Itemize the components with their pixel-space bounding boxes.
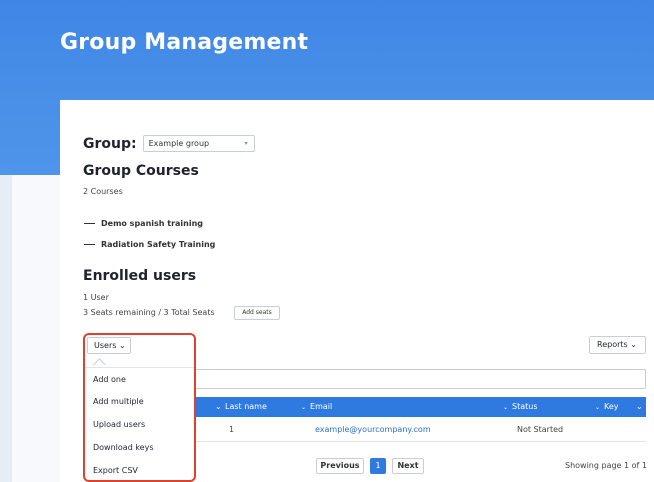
column-header-last-name[interactable]: Last name: [215, 397, 267, 417]
table-row[interactable]: 1 example@yourcompany.com Not Started: [193, 418, 646, 442]
menu-item-add-multiple[interactable]: Add multiple: [93, 397, 144, 406]
enrolled-users-heading: Enrolled users: [83, 268, 197, 284]
column-header-status[interactable]: ⌄ Status: [503, 397, 538, 418]
add-seats-button[interactable]: Add seats: [234, 306, 280, 320]
page-title: Group Management: [60, 30, 309, 55]
reports-dropdown-button[interactable]: Reports ⌄: [589, 336, 646, 354]
course-count: 2 Courses: [83, 187, 123, 196]
group-label: Group:: [83, 135, 137, 152]
users-dropdown-button[interactable]: Users ⌄: [87, 337, 131, 354]
menu-item-add-one[interactable]: Add one: [93, 375, 126, 384]
seats-remaining: 3 Seats remaining / 3 Total Seats: [83, 308, 215, 317]
cell-status: Not Started: [517, 425, 564, 434]
group-selector-row: Group: Example group ▾: [83, 135, 255, 152]
group-select-value: Example group: [148, 139, 210, 148]
menu-item-download-keys[interactable]: Download keys: [93, 443, 153, 452]
column-header-key[interactable]: ⌄ Key: [595, 397, 619, 418]
pagination-status: Showing page 1 of 1: [565, 461, 647, 470]
column-label: Status: [512, 402, 538, 411]
dash-icon: [84, 222, 95, 225]
menu-divider: [85, 367, 194, 368]
sort-arrow-icon[interactable]: ⌄: [636, 397, 643, 417]
cell-last-name: 1: [229, 425, 235, 434]
user-count: 1 User: [83, 293, 109, 302]
group-select[interactable]: Example group ▾: [142, 135, 255, 152]
course-name: Radiation Safety Training: [101, 240, 216, 249]
column-header-email[interactable]: ⌄ Email: [301, 397, 332, 418]
page-background: [12, 175, 60, 482]
course-item[interactable]: Radiation Safety Training: [84, 240, 215, 249]
column-label: Key: [604, 402, 619, 411]
course-name: Demo spanish training: [101, 219, 204, 228]
menu-pointer: [93, 358, 106, 371]
next-page-button[interactable]: Next: [392, 458, 424, 474]
left-sidebar-strip: [0, 175, 12, 482]
column-label: Last name: [225, 402, 267, 411]
sort-arrow-icon: ⌄: [301, 404, 307, 411]
sort-arrow-icon: ⌄: [503, 404, 509, 411]
search-input[interactable]: [193, 369, 646, 389]
page-1-button[interactable]: 1: [370, 458, 386, 474]
menu-item-export-csv[interactable]: Export CSV: [93, 466, 138, 475]
users-table-header: ⌄ Last name ⌄ Email ⌄ Status ⌄ Key ⌄: [193, 397, 646, 417]
menu-item-upload-users[interactable]: Upload users: [93, 420, 145, 429]
previous-page-button[interactable]: Previous: [316, 458, 364, 474]
group-courses-heading: Group Courses: [83, 163, 199, 179]
sort-arrow-icon: ⌄: [595, 404, 601, 411]
dash-icon: [84, 243, 95, 246]
chevron-down-icon: ▾: [244, 140, 248, 147]
course-item[interactable]: Demo spanish training: [84, 219, 203, 228]
cell-email-link[interactable]: example@yourcompany.com: [315, 418, 431, 442]
users-dropdown-menu: Users ⌄ Add one Add multiple Upload user…: [83, 333, 196, 482]
column-label: Email: [310, 402, 333, 411]
